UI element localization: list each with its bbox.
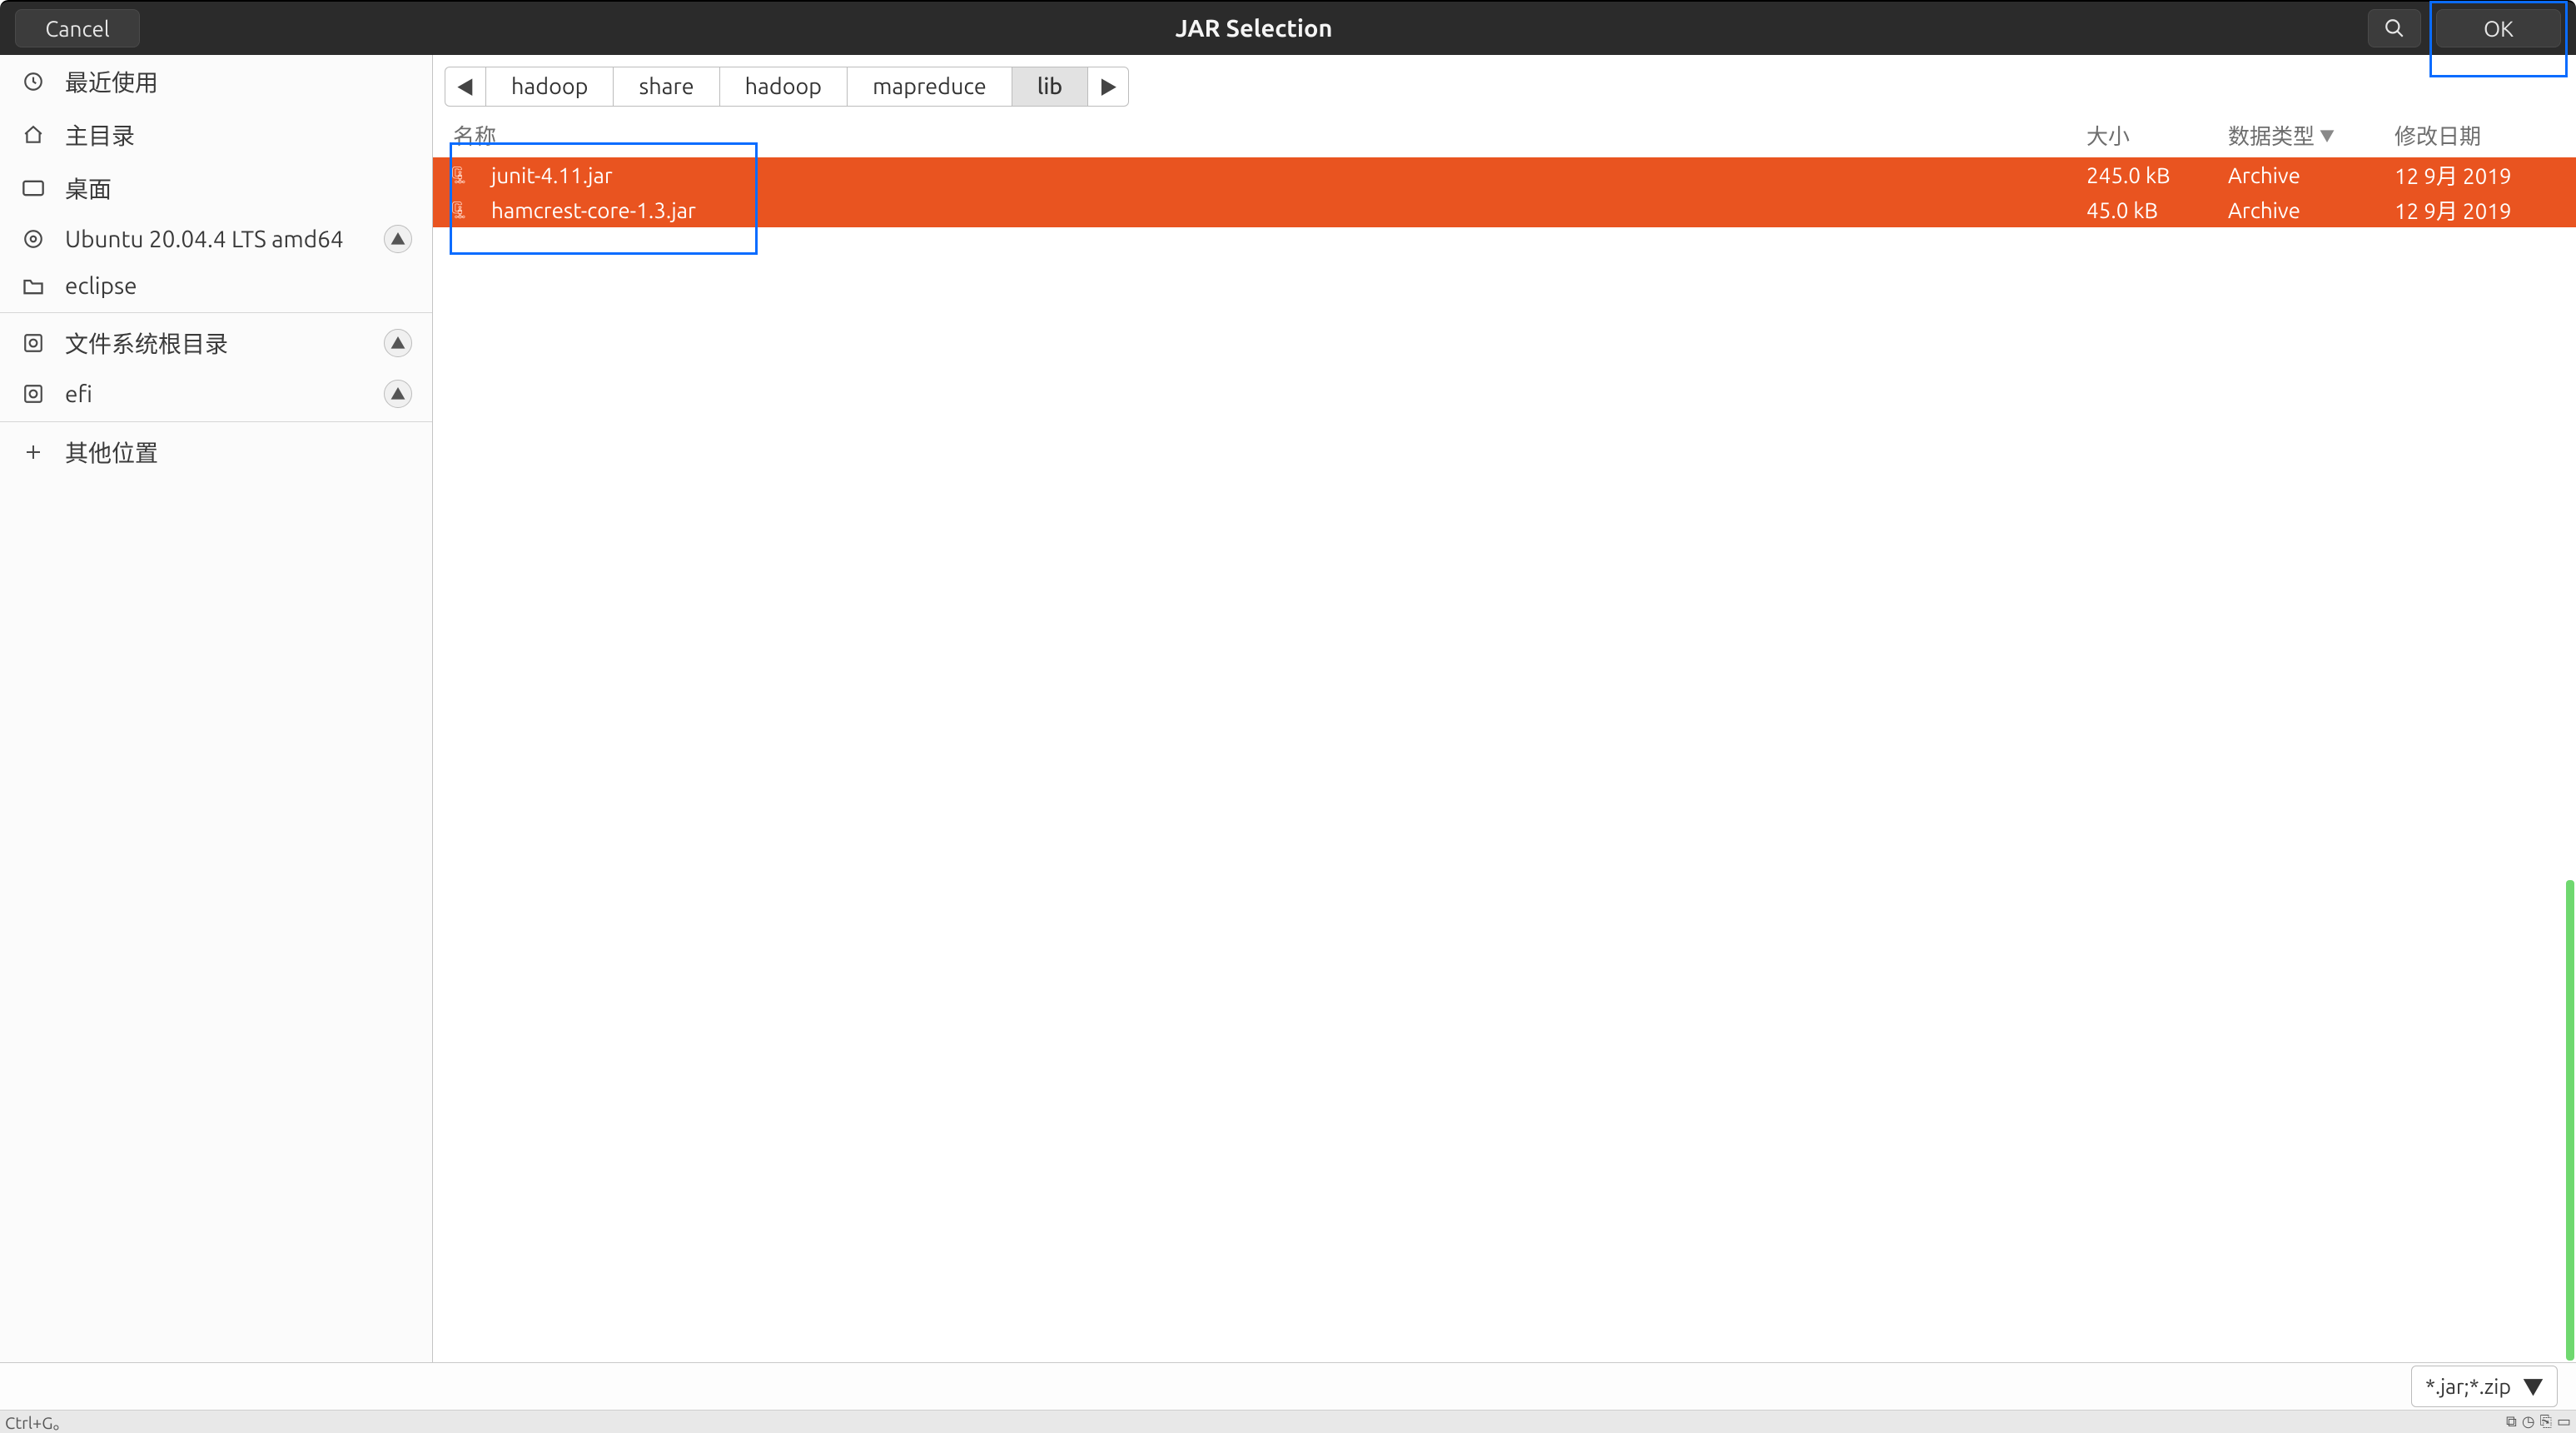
sidebar-item-label: 其他位置 — [65, 435, 412, 469]
search-icon — [2384, 17, 2405, 39]
ok-button-label: OK — [2484, 17, 2514, 41]
home-icon — [20, 124, 47, 146]
column-header-name[interactable]: 名称 — [448, 120, 2086, 151]
sidebar-item[interactable]: 桌面 — [0, 162, 432, 215]
status-icon-3: ⎘ — [2540, 1413, 2552, 1431]
folder-icon — [20, 276, 47, 296]
sidebar-item[interactable]: 主目录 — [0, 108, 432, 162]
dialog-title: JAR Selection — [1176, 15, 1333, 42]
sidebar-item-label: 主目录 — [65, 118, 412, 152]
breadcrumb-back-button[interactable]: ◀ — [445, 67, 486, 107]
disc-icon — [20, 228, 47, 250]
ok-button[interactable]: OK — [2436, 9, 2561, 47]
file-type-filter-label: *.jar;*.zip — [2425, 1375, 2511, 1398]
sidebar-item[interactable]: Ubuntu 20.04.4 LTS amd64 ▲ — [0, 215, 432, 263]
status-icon-1: ⧉ — [2506, 1413, 2517, 1431]
breadcrumb: ◀ hadoopsharehadoopmapreducelib▶ — [433, 55, 2576, 112]
search-button[interactable] — [2368, 9, 2421, 47]
sidebar-item[interactable]: eclipse — [0, 263, 432, 309]
file-type: Archive — [2228, 163, 2394, 187]
sidebar-item[interactable]: efi ▲ — [0, 370, 432, 418]
plus-icon — [20, 442, 47, 462]
file-date: 12 9月 2019 — [2394, 160, 2561, 191]
sidebar-item[interactable]: 文件系统根目录 ▲ — [0, 316, 432, 370]
chevron-left-icon: ◀ — [456, 73, 475, 100]
column-header-type-label: 数据类型 — [2228, 120, 2315, 151]
sidebar-item-label: eclipse — [65, 273, 412, 299]
breadcrumb-segment[interactable]: share — [613, 67, 719, 107]
column-header-size[interactable]: 大小 — [2086, 120, 2228, 151]
file-name: junit-4.11.jar — [481, 163, 2086, 187]
breadcrumb-segment[interactable]: mapreduce — [847, 67, 1012, 107]
file-list: 🗜junit-4.11.jar245.0 kBArchive12 9月 2019… — [433, 157, 2576, 1362]
cancel-button-label: Cancel — [45, 17, 109, 41]
file-size: 245.0 kB — [2086, 163, 2228, 187]
cancel-button[interactable]: Cancel — [15, 9, 140, 47]
sidebar-item-label: efi — [65, 381, 366, 407]
chevron-down-icon: ▼ — [2523, 1371, 2544, 1401]
sidebar-item-label: 桌面 — [65, 172, 412, 205]
breadcrumb-segment[interactable]: lib — [1012, 67, 1088, 107]
sidebar-item-label: 最近使用 — [65, 65, 412, 98]
archive-icon: 🗜 — [448, 200, 481, 220]
status-tray: ⧉ ◷ ⎘ ▭ — [2506, 1413, 2571, 1431]
drive-icon — [20, 383, 47, 405]
column-header-date[interactable]: 修改日期 — [2394, 120, 2561, 151]
archive-icon: 🗜 — [448, 165, 481, 185]
sidebar-item-label: 文件系统根目录 — [65, 326, 366, 360]
scroll-indicator — [2566, 880, 2574, 1361]
status-hint: Ctrl+G。 — [5, 1410, 69, 1433]
file-name: hamcrest-core-1.3.jar — [481, 198, 2086, 222]
file-type: Archive — [2228, 198, 2394, 222]
drive-icon — [20, 332, 47, 354]
desktop-icon — [20, 179, 47, 197]
eject-button[interactable]: ▲ — [384, 329, 412, 357]
eject-button[interactable]: ▲ — [384, 225, 412, 253]
breadcrumb-forward-button[interactable]: ▶ — [1087, 67, 1129, 107]
file-list-header: 名称 大小 数据类型 ▼ 修改日期 — [433, 112, 2576, 157]
sidebar-item[interactable]: 最近使用 — [0, 55, 432, 108]
status-bar: Ctrl+G。 ⧉ ◷ ⎘ ▭ — [0, 1410, 2576, 1433]
sidebar-item[interactable]: 其他位置 — [0, 425, 432, 479]
filter-bar: *.jar;*.zip ▼ — [0, 1363, 2576, 1410]
clock-icon — [20, 71, 47, 92]
file-panel: ◀ hadoopsharehadoopmapreducelib▶ 名称 大小 数… — [433, 55, 2576, 1362]
column-header-type[interactable]: 数据类型 ▼ — [2228, 120, 2394, 151]
file-size: 45.0 kB — [2086, 198, 2228, 222]
status-icon-4: ▭ — [2557, 1413, 2571, 1431]
sort-indicator-icon: ▼ — [2320, 125, 2335, 147]
sidebar-item-label: Ubuntu 20.04.4 LTS amd64 — [65, 226, 366, 252]
status-icon-2: ◷ — [2522, 1413, 2535, 1431]
file-row[interactable]: 🗜hamcrest-core-1.3.jar45.0 kBArchive12 9… — [433, 192, 2576, 227]
titlebar: Cancel JAR Selection OK — [0, 0, 2576, 55]
chevron-right-icon: ▶ — [1099, 73, 1117, 100]
eject-button[interactable]: ▲ — [384, 380, 412, 408]
file-type-filter[interactable]: *.jar;*.zip ▼ — [2411, 1366, 2558, 1407]
main-area: 最近使用主目录桌面 Ubuntu 20.04.4 LTS amd64 ▲ eclips… — [0, 55, 2576, 1363]
file-row[interactable]: 🗜junit-4.11.jar245.0 kBArchive12 9月 2019 — [433, 157, 2576, 192]
breadcrumb-segment[interactable]: hadoop — [719, 67, 848, 107]
places-sidebar: 最近使用主目录桌面 Ubuntu 20.04.4 LTS amd64 ▲ eclips… — [0, 55, 433, 1362]
file-date: 12 9月 2019 — [2394, 195, 2561, 226]
breadcrumb-segment[interactable]: hadoop — [485, 67, 614, 107]
